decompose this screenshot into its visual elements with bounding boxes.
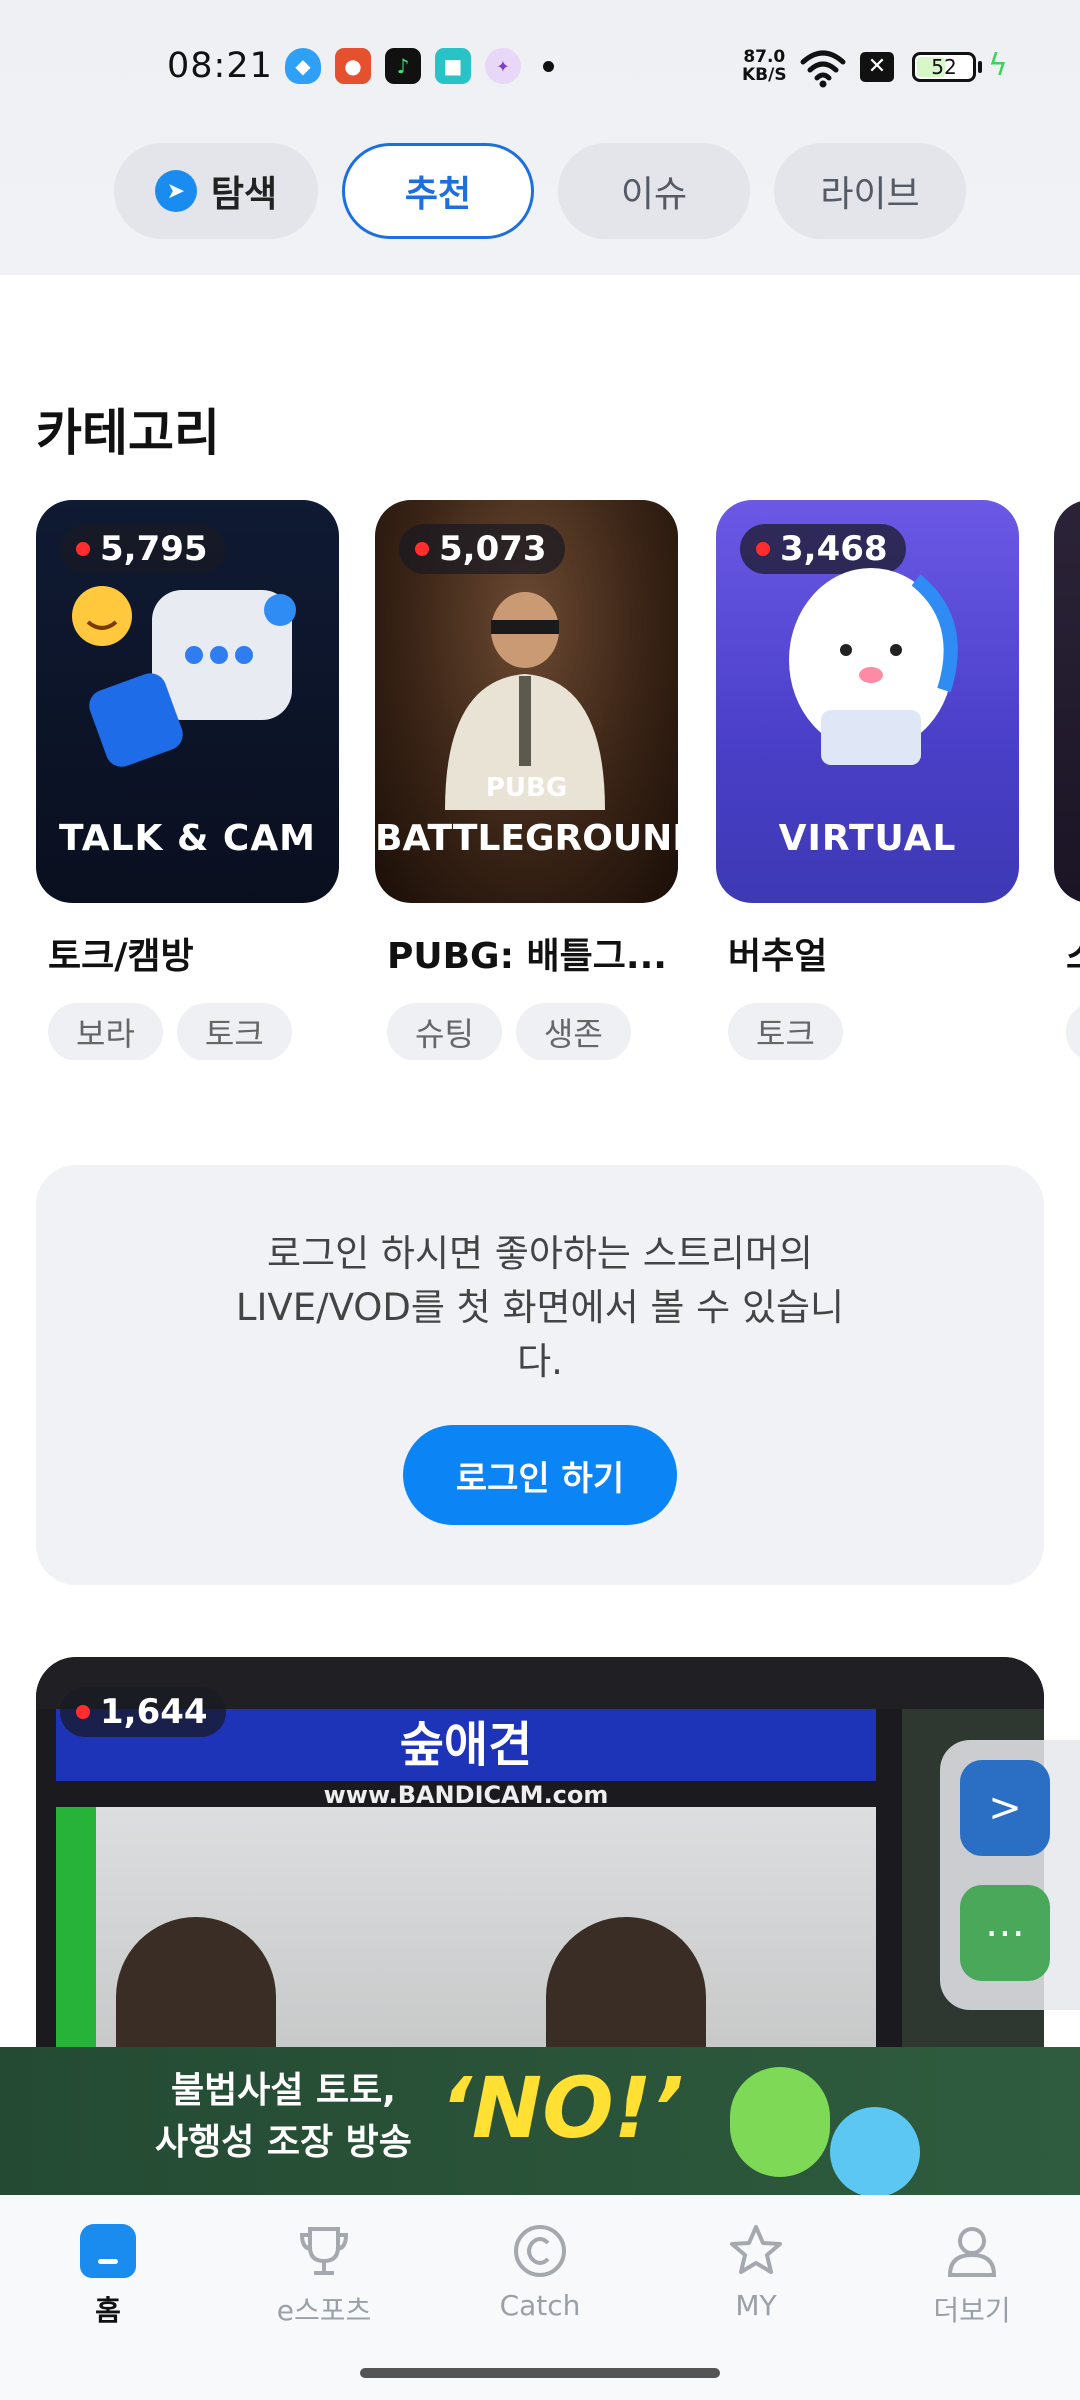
nav-home-label: 홈 [95, 2294, 121, 2327]
nav-esports[interactable]: e스포츠 [244, 2221, 404, 2329]
no-sim-icon: ✕ [860, 52, 894, 82]
login-button[interactable]: 로그인 하기 [403, 1425, 677, 1525]
banner-mascot-secondary [830, 2107, 920, 2195]
category-tag[interactable]: 토크 [176, 1003, 292, 1060]
category-tag[interactable] [1066, 1003, 1080, 1060]
nav-catch[interactable]: Catch [460, 2221, 620, 2322]
trophy-icon [299, 2227, 349, 2275]
compass-icon: ➤ [154, 170, 197, 212]
nav-my-label: MY [735, 2289, 777, 2322]
category-thumbnail[interactable] [1054, 500, 1080, 903]
magic-icon: ■ [435, 48, 471, 84]
sticker-icon: ✦ [485, 48, 521, 84]
viewer-count: 5,073 [439, 529, 547, 569]
music-icon: ♪ [385, 48, 421, 84]
more-notifications-dot [543, 60, 554, 72]
qq-icon: ◆ [285, 48, 321, 84]
live-dot-icon [415, 542, 429, 556]
charging-icon: ϟ [988, 48, 1008, 83]
more-options-icon[interactable]: ⋯ [960, 1885, 1050, 1981]
wifi-icon [800, 50, 846, 88]
floating-side-panel: > ⋯ [940, 1740, 1080, 2010]
category-thumbnail[interactable]: 5,073 PUBG BATTLEGROUNDS [375, 500, 678, 903]
home-indicator[interactable] [360, 2368, 720, 2378]
network-speed-value: 87.0 [743, 47, 786, 67]
category-caption: VIRTUAL [778, 818, 957, 859]
category-name[interactable]: PUBG: 배틀그... [387, 927, 678, 979]
category-name[interactable]: 토크/캠방 [48, 927, 339, 979]
mascot-illustration [789, 568, 958, 765]
status-bar: 08:21 ◆ ● ♪ ■ ✦ 87.0 KB/S ✕ 52 ϟ [0, 40, 1080, 100]
category-tag[interactable]: 토크 [728, 1003, 843, 1060]
category-thumbnail[interactable]: 3,468 VIRTUAL [716, 500, 1019, 903]
category-carousel[interactable]: 5,795 TALK & CAM 토크/캠방 보라 토크 5,073 PUBG … [36, 500, 1080, 1060]
login-prompt-text: 로그인 하시면 좋아하는 스트리머의 LIVE/VOD를 첫 화면에서 볼 수 … [235, 1232, 845, 1383]
stream-watermark: www.BANDICAM.com [323, 1781, 609, 1809]
live-stream-thumbnail[interactable]: 숲애견 www.BANDICAM.com 1,644 [36, 1657, 1044, 2057]
app-icon: ● [335, 48, 371, 84]
tag-list: 슈팅 생존 [387, 1003, 678, 1060]
notification-icons: ◆ ● ♪ ■ ✦ [285, 48, 554, 84]
banner-line-1: 불법사설 토토, [170, 2070, 396, 2111]
star-icon [730, 2225, 782, 2274]
nav-more[interactable]: 더보기 [892, 2221, 1052, 2329]
category-section-title: 카테고리 [36, 404, 220, 462]
tag-list: 토크 [728, 1003, 1019, 1060]
banner-line-2: 사행성 조장 방송 [155, 2122, 412, 2163]
status-time: 08:21 [167, 46, 273, 86]
category-card-partial[interactable]: 스 [1054, 500, 1080, 1060]
battery-level: 52 [931, 55, 957, 79]
home-icon [78, 2221, 138, 2281]
nav-my[interactable]: MY [676, 2221, 836, 2322]
live-dot-icon [76, 542, 90, 556]
nav-catch-label: Catch [499, 2289, 581, 2322]
banner-slogan: ‘NO!’ [440, 2059, 684, 2157]
promo-banner[interactable]: 불법사설 토토, 사행성 조장 방송 ‘NO!’ [0, 2047, 1080, 2195]
nav-more-label: 더보기 [933, 2294, 1011, 2327]
login-prompt-card: 로그인 하시면 좋아하는 스트리머의 LIVE/VOD를 첫 화면에서 볼 수 … [36, 1165, 1044, 1585]
viewer-count: 5,795 [100, 529, 208, 569]
tag-list [1066, 1003, 1080, 1060]
viewer-count-badge: 5,795 [60, 524, 226, 574]
category-card-virtual[interactable]: 3,468 VIRTUAL 버추얼 토크 [716, 500, 1019, 1060]
chat-bubble-illustration [72, 586, 296, 767]
category-card-pubg[interactable]: 5,073 PUBG BATTLEGROUNDS PUBG: 배틀그... 슈팅… [375, 500, 678, 1060]
tag-list: 보라 토크 [48, 1003, 339, 1060]
nav-home[interactable]: 홈 [28, 2221, 188, 2329]
catch-icon [514, 2225, 566, 2277]
category-tag[interactable]: 생존 [515, 1003, 631, 1060]
battery-icon: 52 [912, 52, 976, 82]
category-tag[interactable]: 보라 [48, 1003, 163, 1060]
tab-recommend[interactable]: 추천 [342, 143, 534, 239]
nav-esports-label: e스포츠 [276, 2294, 372, 2327]
tab-explore[interactable]: ➤ 탐색 [114, 143, 318, 239]
category-name[interactable]: 스 [1066, 927, 1080, 979]
banner-text: 불법사설 토토, 사행성 조장 방송 [155, 2065, 412, 2169]
category-name[interactable]: 버추얼 [728, 927, 1019, 979]
battery-tip [978, 61, 982, 73]
category-caption: TALK & CAM [58, 818, 317, 859]
viewer-count-badge: 1,644 [60, 1687, 226, 1737]
top-tabs: ➤ 탐색 추천 이슈 라이브 [114, 143, 966, 239]
tab-explore-label: 탐색 [210, 174, 278, 215]
user-icon [947, 2227, 997, 2277]
category-thumbnail[interactable]: 5,795 TALK & CAM [36, 500, 339, 903]
pubg-logo-text: PUBG [485, 773, 568, 803]
live-dot-icon [76, 1705, 90, 1719]
tab-issue[interactable]: 이슈 [558, 143, 750, 239]
banner-mascot [730, 2067, 830, 2177]
expand-arrow-icon[interactable]: > [960, 1760, 1050, 1856]
network-speed-unit: KB/S [742, 65, 787, 85]
category-card-talk-cam[interactable]: 5,795 TALK & CAM 토크/캠방 보라 토크 [36, 500, 339, 1060]
category-caption: BATTLEGROUNDS [375, 818, 678, 859]
tab-live[interactable]: 라이브 [774, 143, 966, 239]
top-header: 08:21 ◆ ● ♪ ■ ✦ 87.0 KB/S ✕ 52 ϟ ➤ 탐색 추천… [0, 0, 1080, 275]
category-tag[interactable]: 슈팅 [387, 1003, 502, 1060]
viewer-count-badge: 5,073 [399, 524, 565, 574]
network-speed: 87.0 KB/S [742, 48, 787, 84]
stream-green-wall [56, 1807, 96, 2057]
viewer-count: 1,644 [100, 1692, 208, 1732]
